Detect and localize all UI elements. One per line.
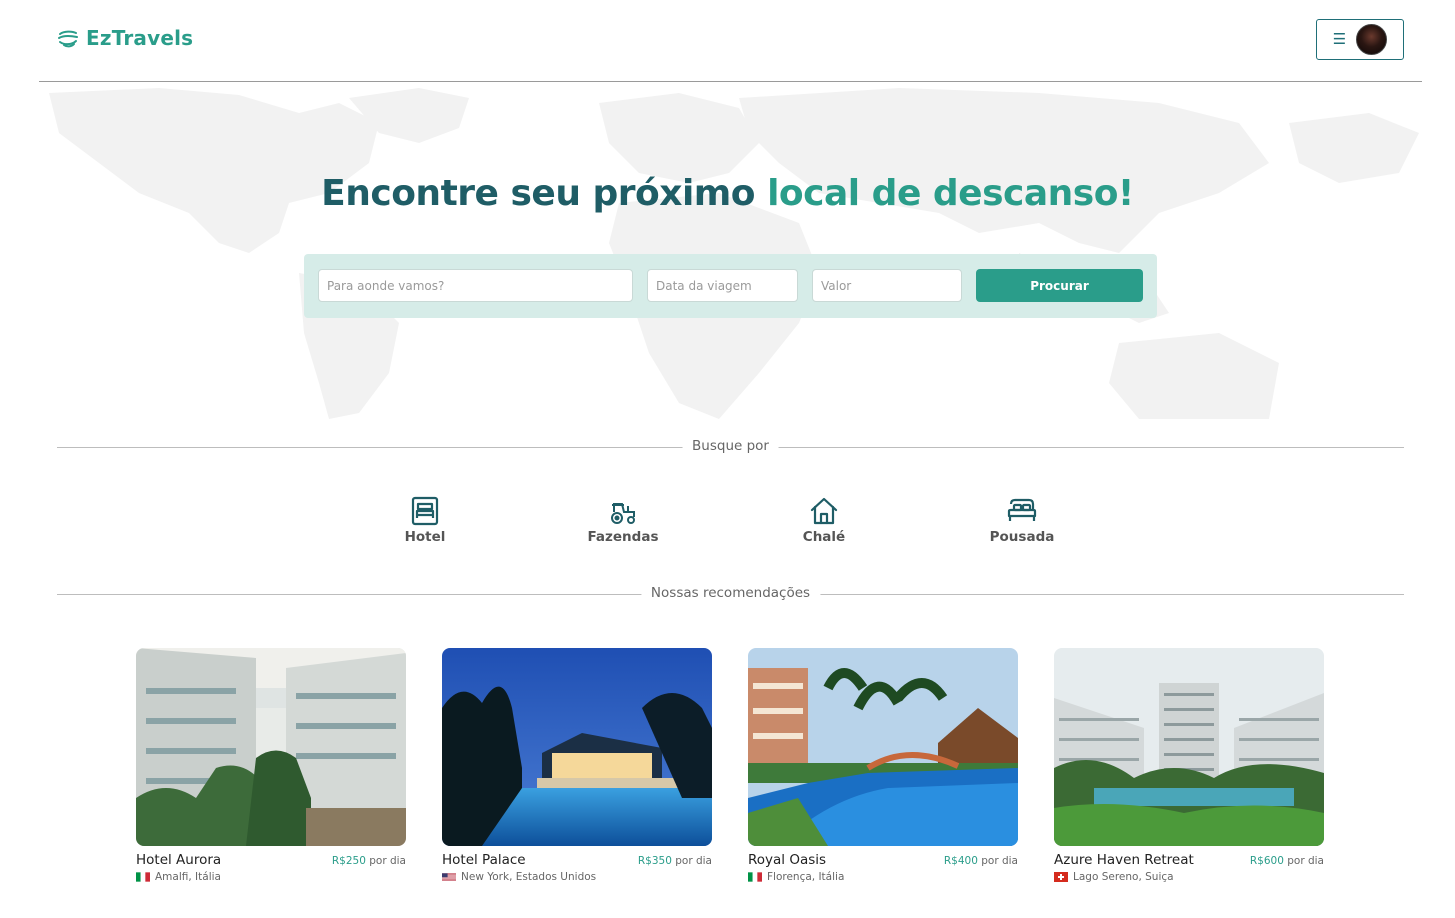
search-bar: Procurar [304, 254, 1157, 318]
hero-title-main: Encontre seu próximo [321, 173, 756, 214]
hotel-price: R$250 por dia [332, 855, 406, 867]
bed-icon [1007, 498, 1037, 521]
category-label: Pousada [989, 529, 1055, 545]
hotel-price: R$600 por dia [1250, 855, 1324, 867]
hotel-photo [442, 648, 712, 846]
brand-logo[interactable]: EzTravels [56, 26, 193, 50]
price-value-input[interactable] [812, 269, 962, 302]
hamburger-icon: ☰ [1332, 30, 1347, 48]
price-unit: por dia [981, 855, 1018, 867]
brand-name: EzTravels [86, 26, 194, 50]
house-icon [810, 497, 838, 525]
switzerland-flag-icon [1054, 872, 1068, 882]
hero-world-map [39, 83, 1422, 419]
hotel-location: Florença, Itália [748, 871, 1018, 883]
hotel-name: Hotel Palace [442, 852, 526, 868]
hotel-photo [1054, 648, 1324, 846]
location-text: Florença, Itália [767, 871, 845, 883]
hotel-card[interactable]: Hotel Palace R$350 por dia New York, Est… [442, 648, 712, 883]
hotel-location: Lago Sereno, Suiça [1054, 871, 1324, 883]
category-label: Fazendas [587, 529, 659, 545]
hotel-location: Amalfi, Itália [136, 871, 406, 883]
recommendations-section-divider: Nossas recomendações [57, 585, 1404, 601]
recommendations-section-title: Nossas recomendações [640, 585, 821, 601]
hotel-photo [136, 648, 406, 846]
category-label: Chalé [802, 529, 846, 545]
destination-input[interactable] [318, 269, 633, 302]
hotel-location: New York, Estados Unidos [442, 871, 712, 883]
search-button[interactable]: Procurar [976, 269, 1143, 302]
price-unit: por dia [675, 855, 712, 867]
location-text: Lago Sereno, Suiça [1073, 871, 1174, 883]
location-text: Amalfi, Itália [155, 871, 221, 883]
category-hotel[interactable]: Hotel [370, 496, 480, 545]
hotel-name: Hotel Aurora [136, 852, 222, 868]
tractor-icon [611, 503, 635, 524]
hotel-card[interactable]: Royal Oasis R$400 por dia Florença, Itál… [748, 648, 1018, 883]
price-unit: por dia [1287, 855, 1324, 867]
hero-title: Encontre seu próximo local de descanso! [0, 173, 1455, 214]
avatar [1356, 24, 1388, 55]
category-pousada[interactable]: Pousada [967, 496, 1077, 545]
location-text: New York, Estados Unidos [461, 871, 597, 883]
globe-logo-icon [58, 30, 78, 48]
hotel-name: Azure Haven Retreat [1054, 852, 1194, 868]
category-label: Hotel [404, 529, 446, 545]
hotel-price: R$400 por dia [944, 855, 1018, 867]
price-unit: por dia [369, 855, 406, 867]
italy-flag-icon [136, 872, 150, 882]
hotel-photo [748, 648, 1018, 846]
price-amount: R$600 [1249, 855, 1284, 867]
user-menu-button[interactable]: ☰ [1316, 19, 1404, 60]
price-amount: R$400 [943, 855, 978, 867]
browse-section-divider: Busque por [57, 438, 1404, 454]
world-map-background [49, 88, 1419, 419]
hotel-name: Royal Oasis [748, 852, 827, 868]
category-fazendas[interactable]: Fazendas [568, 496, 678, 545]
top-navbar: EzTravels ☰ [39, 0, 1422, 82]
italy-flag-icon [748, 872, 762, 882]
usa-flag-icon [442, 873, 456, 881]
hotel-card[interactable]: Hotel Aurora R$250 por dia Amalfi, Itáli… [136, 648, 406, 883]
hotel-icon [411, 496, 439, 526]
hotel-card[interactable]: Azure Haven Retreat R$600 por dia Lago S… [1054, 648, 1324, 883]
hero-title-accent: local de descanso! [767, 173, 1134, 214]
browse-section-title: Busque por [682, 438, 779, 454]
price-amount: R$350 [637, 855, 672, 867]
hotel-price: R$350 por dia [638, 855, 712, 867]
price-amount: R$250 [331, 855, 366, 867]
travel-date-input[interactable] [647, 269, 798, 302]
category-chale[interactable]: Chalé [769, 496, 879, 545]
